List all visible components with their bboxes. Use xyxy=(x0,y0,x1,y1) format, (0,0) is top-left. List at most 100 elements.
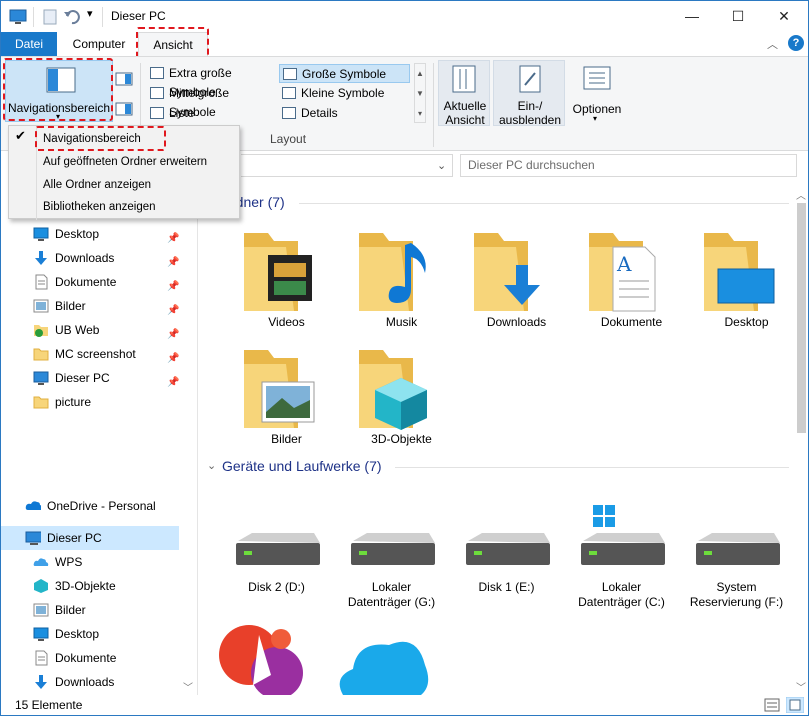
drive-tile[interactable]: Disk 2 (D:) xyxy=(219,531,334,615)
address-bar[interactable]: ⌄ xyxy=(241,154,453,177)
layout-small-icons[interactable]: Kleine Symbole xyxy=(279,84,410,103)
details-pane-icon[interactable] xyxy=(115,102,133,116)
desktop-folder-icon xyxy=(704,233,775,311)
preview-pane-icon[interactable] xyxy=(115,72,133,86)
documents-folder-icon: A xyxy=(589,233,656,312)
sidebar-item-quick-access[interactable]: Downloads 📌 xyxy=(1,246,179,270)
download-icon xyxy=(35,251,47,265)
options-icon xyxy=(583,66,611,90)
sidebar-item-this-pc-child[interactable]: Downloads xyxy=(1,670,179,694)
help-icon[interactable]: ? xyxy=(788,35,804,51)
3d-objects-folder-icon xyxy=(359,350,427,430)
onedrive-icon xyxy=(25,501,41,510)
collapse-ribbon-icon[interactable]: ︿ xyxy=(767,36,778,52)
content-area: rdner (7) Videos Musik Downloads A Dokumente… xyxy=(199,185,795,695)
current-view-button[interactable]: Aktuelle Ansicht xyxy=(438,60,490,127)
cloud-app-icon[interactable] xyxy=(333,625,433,695)
drive-icon xyxy=(236,533,320,565)
wps-icon xyxy=(33,558,49,566)
videos-folder-icon xyxy=(244,233,312,311)
chevron-down-icon[interactable]: ⌄ xyxy=(207,459,216,472)
sidebar-item-this-pc-child[interactable]: WPS xyxy=(1,550,179,574)
show-hide-label-2: ausblenden xyxy=(498,113,562,127)
menu-item-show-all-folders[interactable]: Alle Ordner anzeigen xyxy=(43,175,151,195)
tab-computer[interactable]: Computer xyxy=(61,32,137,56)
medium-icons-icon xyxy=(150,87,164,99)
documents-icon xyxy=(35,274,48,290)
drive-tile[interactable]: System Reservierung (F:) xyxy=(679,531,794,615)
music-folder-icon xyxy=(359,233,426,311)
small-icons-icon xyxy=(282,87,296,99)
folder-tile[interactable]: Bilder xyxy=(229,342,344,452)
folder-tile[interactable]: Downloads xyxy=(459,225,574,335)
folder-tile[interactable]: 3D-Objekte xyxy=(344,342,459,452)
show-hide-button[interactable]: Ein-/ ausblenden xyxy=(493,60,565,127)
drive-tile[interactable]: Lokaler Datenträger (G:) xyxy=(334,531,449,615)
tab-file[interactable]: Datei xyxy=(1,32,57,56)
layout-large-icons[interactable]: Große Symbole xyxy=(279,64,410,83)
checkmark-icon: ✔ xyxy=(15,128,26,143)
sidebar-item-quick-access[interactable]: Desktop 📌 xyxy=(1,222,179,246)
folder-tile[interactable]: Musik xyxy=(344,225,459,335)
maximize-button[interactable]: ☐ xyxy=(715,1,761,32)
menu-item-show-libraries[interactable]: Bibliotheken anzeigen xyxy=(43,197,156,217)
layout-extra-large-icons[interactable]: Extra große Symbole xyxy=(147,64,277,99)
sidebar-item-onedrive[interactable]: OneDrive - Personal xyxy=(1,494,179,518)
menu-item-navigation-pane[interactable]: Navigationsbereich xyxy=(43,129,141,149)
layout-scroll[interactable]: ▲ ▼ ▾ xyxy=(414,63,426,123)
folder-tile[interactable]: Videos xyxy=(229,225,344,335)
options-button[interactable]: Optionen ▾ xyxy=(569,60,625,126)
menu-item-expand-to-open-folder[interactable]: Auf geöffneten Ordner erweitern xyxy=(43,152,207,172)
layout-medium-icons[interactable]: Mittelgroße Symbole xyxy=(147,84,277,119)
current-view-label-1: Aktuelle xyxy=(443,99,487,113)
pc-icon xyxy=(25,531,41,545)
navigation-pane-icon xyxy=(46,67,76,93)
sidebar-item-quick-access[interactable]: picture xyxy=(1,390,179,414)
sidebar-item-this-pc-child[interactable]: Dokumente xyxy=(1,646,179,670)
tab-view[interactable]: Ansicht xyxy=(138,32,208,56)
folder-tile[interactable]: A Dokumente xyxy=(574,225,689,335)
sidebar-item-this-pc-child[interactable]: Bilder xyxy=(1,598,179,622)
navigation-pane-button[interactable]: Navigationsbereich ▾ xyxy=(5,60,113,122)
nav-scrollbar[interactable]: ︿ ﹀ xyxy=(180,185,197,695)
sidebar-item-this-pc-child[interactable]: 3D-Objekte xyxy=(1,574,179,598)
svg-text:A: A xyxy=(616,252,632,276)
navigation-pane: Desktop 📌 Downloads 📌 Dokumente 📌 Bilder 📌 UB We… xyxy=(1,185,198,695)
drive-icon xyxy=(696,533,780,565)
divider xyxy=(299,203,789,204)
search-input[interactable]: Dieser PC durchsuchen xyxy=(460,154,797,177)
drive-tile[interactable]: Lokaler Datenträger (C:) xyxy=(564,505,679,615)
large-icons-view-icon[interactable] xyxy=(786,697,804,713)
sidebar-item-quick-access[interactable]: Bilder 📌 xyxy=(1,294,179,318)
sidebar-item-quick-access[interactable]: Dieser PC 📌 xyxy=(1,366,179,390)
sidebar-item-quick-access[interactable]: Dokumente 📌 xyxy=(1,270,179,294)
show-hide-icon xyxy=(519,65,541,93)
list-icon xyxy=(150,107,164,119)
downloads-folder-icon xyxy=(474,233,540,311)
sidebar-item-this-pc[interactable]: Dieser PC xyxy=(1,526,179,550)
customize-qat-icon[interactable]: ▾ xyxy=(87,7,93,25)
current-view-label-2: Ansicht xyxy=(445,113,485,127)
drive-tile[interactable]: Disk 1 (E:) xyxy=(449,531,564,615)
download-icon xyxy=(35,675,47,689)
window-title: Dieser PC xyxy=(111,9,166,23)
details-view-icon[interactable] xyxy=(764,698,780,712)
status-bar: 15 Elemente xyxy=(1,695,808,715)
pc-icon[interactable] xyxy=(9,8,27,26)
layout-list[interactable]: Liste xyxy=(147,104,277,123)
content-scrollbar[interactable]: ︿ ﹀ xyxy=(795,185,808,695)
properties-icon[interactable] xyxy=(43,8,57,26)
layout-details[interactable]: Details xyxy=(279,104,410,123)
undo-icon[interactable] xyxy=(63,8,81,26)
folder-check-icon xyxy=(34,325,48,337)
address-dropdown-icon[interactable]: ⌄ xyxy=(437,159,446,172)
minimize-button[interactable]: — xyxy=(669,1,715,32)
close-button[interactable]: ✕ xyxy=(761,1,807,32)
drives-group-header[interactable]: Geräte und Laufwerke (7) xyxy=(222,458,382,474)
sidebar-item-quick-access[interactable]: MC screenshot 📌 xyxy=(1,342,179,366)
sidebar-item-this-pc-child[interactable]: Desktop xyxy=(1,622,179,646)
folder-tile[interactable]: Desktop xyxy=(689,225,795,335)
navigation-pane-menu: ✔ Navigationsbereich Auf geöffneten Ordn… xyxy=(8,125,240,220)
sidebar-item-quick-access[interactable]: UB Web 📌 xyxy=(1,318,179,342)
wps-app-icon[interactable] xyxy=(219,615,307,695)
